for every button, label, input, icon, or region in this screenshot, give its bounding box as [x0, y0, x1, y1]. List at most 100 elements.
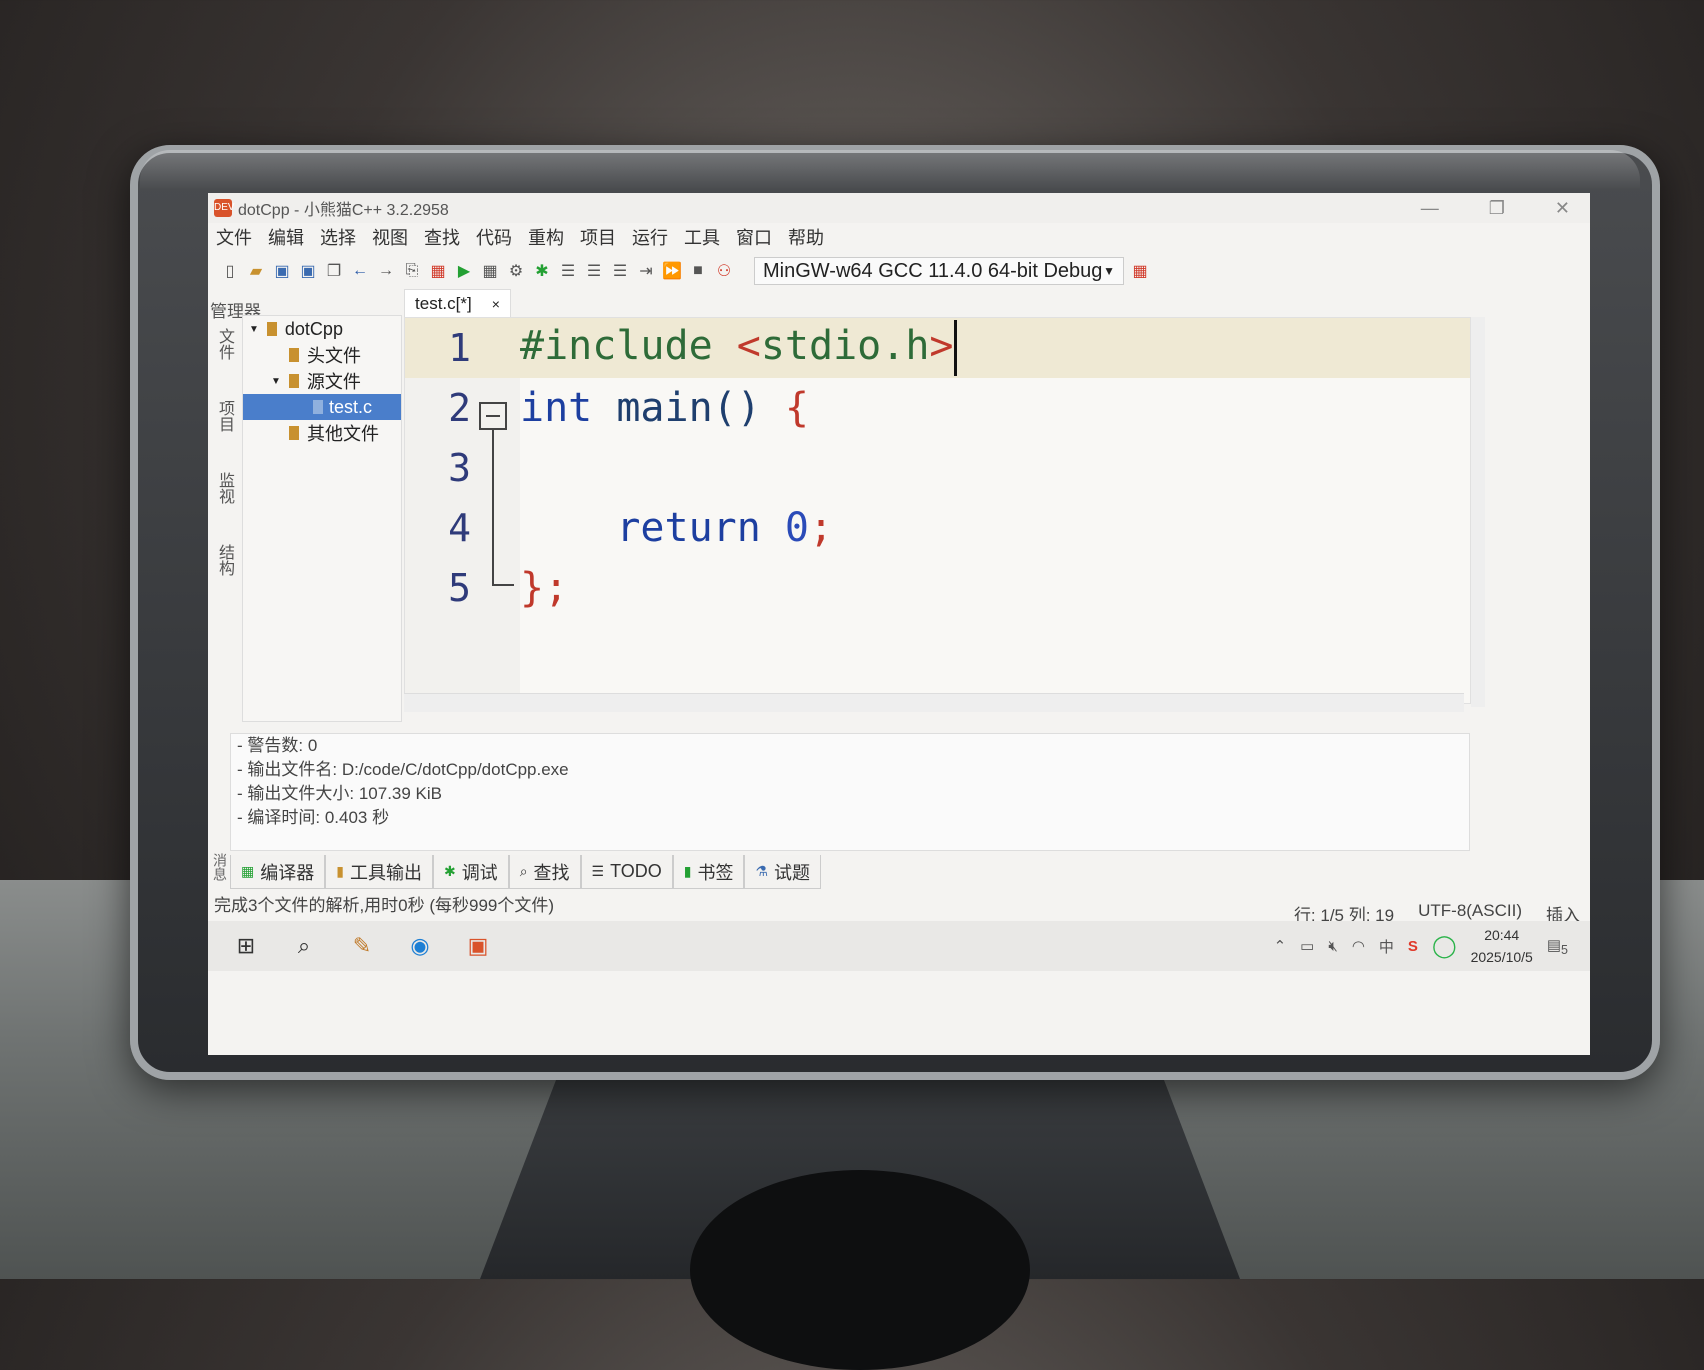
battery-icon[interactable]: ▭ — [1300, 937, 1314, 955]
code-token: #include — [520, 323, 737, 369]
code-editor[interactable]: 1 #include <stdio.h> 2 int main() { 3 4 … — [404, 317, 1471, 704]
folder-icon — [289, 348, 299, 362]
compiler-options-icon[interactable]: ▦ — [1130, 261, 1150, 281]
run-to-cursor-icon[interactable]: ⇥ — [636, 261, 656, 281]
compiler-select[interactable]: MinGW-w64 GCC 11.4.0 64-bit Debug ▼ — [754, 257, 1124, 285]
line-number: 5 — [448, 566, 471, 610]
notification-icon[interactable]: ▤5 — [1547, 936, 1568, 957]
expand-arrow-icon[interactable]: ▼ — [249, 324, 259, 335]
taskbar: ⊞ ⌕ ✎ ◉ ▣ ⌃ ▭ 🔇︎ ◠ 中 S ◯ 20:44 2025/10/5… — [208, 921, 1590, 971]
code-line[interactable]: 2 int main() { — [405, 378, 1470, 438]
minimize-button[interactable]: — — [1421, 193, 1439, 223]
side-tab-watch[interactable]: 监视 — [212, 472, 236, 504]
save-all-icon[interactable]: ▣ — [298, 261, 318, 281]
tree-item-test-c[interactable]: test.c — [243, 394, 401, 420]
tab-label: TODO — [610, 861, 662, 881]
tree-item-dotcpp[interactable]: ▼ dotCpp — [243, 316, 401, 342]
tree-item-headers[interactable]: 头文件 — [243, 342, 401, 368]
redpanda-cpp-icon[interactable]: ▣ — [458, 926, 498, 966]
editor-horizontal-scrollbar[interactable] — [404, 693, 1464, 712]
side-tab-files[interactable]: 文件 — [212, 328, 236, 360]
tree-item-other[interactable]: 其他文件 — [243, 420, 401, 446]
tab-todo[interactable]: ☰ TODO — [580, 855, 673, 889]
tab-problems[interactable]: ⚗ 试题 — [744, 855, 822, 889]
run-icon[interactable]: ▶ — [454, 261, 474, 281]
ime-indicator[interactable]: 中 — [1379, 936, 1394, 957]
tab-close-icon[interactable]: × — [492, 296, 500, 312]
menu-project[interactable]: 项目 — [572, 224, 624, 250]
screenshot-tool-icon[interactable]: ✎ — [342, 926, 382, 966]
format-icon[interactable]: ⎘ — [402, 261, 422, 281]
debug-icon[interactable]: ✱ — [532, 261, 552, 281]
tree-item-sources[interactable]: ▼ 源文件 — [243, 368, 401, 394]
side-tab-structure[interactable]: 结构 — [212, 544, 236, 576]
menu-run[interactable]: 运行 — [624, 224, 676, 250]
menu-refactor[interactable]: 重构 — [520, 224, 572, 250]
code-line[interactable]: 3 — [405, 438, 1470, 498]
close-file-icon[interactable]: ❐ — [324, 261, 344, 281]
code-text: return 0; — [520, 505, 833, 551]
step-over-icon[interactable]: ☰ — [558, 261, 578, 281]
compiler-output: - 警告数: 0 - 输出文件名: D:/code/C/dotCpp/dotCp… — [230, 733, 1470, 851]
redo-icon[interactable]: → — [376, 261, 396, 281]
expand-arrow-icon[interactable]: ▼ — [271, 376, 281, 387]
tab-search[interactable]: ⌕ 查找 — [508, 855, 581, 889]
fold-guide — [492, 430, 494, 585]
save-icon[interactable]: ▣ — [272, 261, 292, 281]
maximize-button[interactable]: ❐ — [1489, 193, 1505, 223]
search-icon[interactable]: ⌕ — [284, 926, 324, 966]
search-icon: ⌕ — [519, 863, 528, 879]
tab-test-c[interactable]: test.c[*] × — [404, 289, 511, 318]
status-ring-icon[interactable]: ◯ — [1432, 933, 1457, 959]
tab-bookmarks[interactable]: ▮ 书签 — [672, 855, 745, 889]
menu-tools[interactable]: 工具 — [676, 224, 728, 250]
menu-select[interactable]: 选择 — [312, 224, 364, 250]
tab-label: 工具输出 — [349, 862, 422, 883]
tab-debug[interactable]: ✱ 调试 — [432, 855, 509, 889]
tree-label: 头文件 — [307, 346, 361, 366]
step-out-icon[interactable]: ☰ — [610, 261, 630, 281]
menu-window[interactable]: 窗口 — [728, 224, 780, 250]
tab-compiler[interactable]: ▦ 编译器 — [230, 855, 326, 889]
editor-vertical-scrollbar[interactable] — [1471, 317, 1485, 707]
step-into-icon[interactable]: ☰ — [584, 261, 604, 281]
compiler-select-value: MinGW-w64 GCC 11.4.0 64-bit Debug — [763, 259, 1103, 282]
continue-icon[interactable]: ⏩ — [662, 261, 682, 281]
menu-search[interactable]: 查找 — [416, 224, 468, 250]
windows-start-icon[interactable]: ⊞ — [226, 926, 266, 966]
stop-icon[interactable]: ■ — [688, 261, 708, 281]
tree-label: test.c — [329, 396, 373, 417]
clock[interactable]: 20:44 2025/10/5 — [1471, 924, 1533, 968]
close-button[interactable]: ✕ — [1555, 193, 1570, 223]
compile-icon[interactable]: ▦ — [428, 261, 448, 281]
menu-view[interactable]: 视图 — [364, 224, 416, 250]
profile-icon[interactable]: ⚇ — [714, 261, 734, 281]
code-line[interactable]: 4 return 0; — [405, 498, 1470, 558]
new-file-icon[interactable]: ▯ — [220, 261, 240, 281]
side-tab-project[interactable]: 项目 — [212, 400, 236, 432]
undo-icon[interactable]: ← — [350, 261, 370, 281]
tab-tool-output[interactable]: ▮ 工具输出 — [325, 855, 433, 889]
sogou-input-icon[interactable]: S — [1408, 938, 1418, 955]
code-text: int main() { — [520, 385, 809, 431]
menu-file[interactable]: 文件 — [208, 224, 260, 250]
code-token: 0 — [784, 505, 809, 551]
tab-label: 试题 — [774, 862, 811, 883]
edge-browser-icon[interactable]: ◉ — [400, 926, 440, 966]
menu-code[interactable]: 代码 — [468, 224, 520, 250]
menu-help[interactable]: 帮助 — [780, 224, 832, 250]
tree-label: 源文件 — [306, 372, 361, 392]
wifi-icon[interactable]: ◠ — [1352, 937, 1365, 955]
fold-toggle-icon[interactable] — [479, 402, 507, 430]
code-line[interactable]: 5 }; — [405, 558, 1470, 618]
open-folder-icon[interactable]: ▰ — [246, 261, 266, 281]
compile-run-icon[interactable]: ▦ — [480, 261, 500, 281]
rebuild-icon[interactable]: ⚙ — [506, 261, 526, 281]
parse-status: 完成3个文件的解析,用时0秒 (每秒999个文件) — [214, 896, 555, 915]
tab-label: 调试 — [461, 862, 498, 883]
code-line[interactable]: 1 #include <stdio.h> — [405, 318, 1470, 378]
text-cursor — [953, 320, 957, 376]
menu-edit[interactable]: 编辑 — [260, 224, 312, 250]
chevron-up-icon[interactable]: ⌃ — [1274, 937, 1287, 955]
volume-muted-icon[interactable]: 🔇︎ — [1328, 938, 1337, 955]
